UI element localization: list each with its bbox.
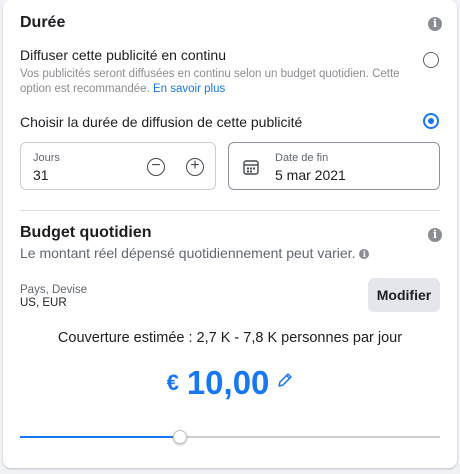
minus-icon[interactable]: −: [147, 158, 165, 176]
pencil-icon[interactable]: [277, 372, 293, 388]
section-divider: [20, 210, 440, 211]
info-icon[interactable]: i: [359, 249, 370, 259]
continuous-option-label[interactable]: Diffuser cette publicité en continu: [20, 47, 226, 63]
slider-fill: [20, 436, 180, 438]
country-currency-value: US, EUR: [20, 297, 67, 309]
budget-amount[interactable]: €10,00: [3, 364, 457, 402]
fixed-duration-option-label[interactable]: Choisir la durée de diffusion de cette p…: [20, 114, 302, 130]
plus-icon[interactable]: +: [186, 158, 204, 176]
calendar-icon: [243, 160, 259, 175]
ad-settings-card: Durée i Diffuser cette publicité en cont…: [3, 0, 457, 468]
end-date-label: Date de fin: [275, 152, 329, 164]
info-icon[interactable]: i: [428, 17, 442, 31]
end-date-field[interactable]: Date de fin 5 mar 2021: [228, 142, 440, 190]
continuous-radio[interactable]: [423, 52, 439, 68]
continuous-description: Vos publicités seront diffusées en conti…: [20, 67, 420, 97]
currency-symbol: €: [166, 370, 179, 395]
end-date-value[interactable]: 5 mar 2021: [275, 167, 346, 183]
days-value[interactable]: 31: [33, 167, 49, 183]
days-label: Jours: [33, 152, 60, 164]
coverage-estimate: Couverture estimée : 2,7 K - 7,8 K perso…: [57, 330, 403, 346]
budget-slider[interactable]: [20, 430, 440, 444]
amount-value[interactable]: 10,00: [187, 364, 270, 401]
learn-more-link[interactable]: En savoir plus: [153, 83, 225, 95]
slider-thumb[interactable]: [173, 430, 187, 444]
budget-title: Budget quotidien: [20, 224, 152, 241]
fixed-duration-radio[interactable]: [423, 113, 439, 129]
budget-subtitle: Le montant réel dépensé quotidiennement …: [20, 245, 370, 261]
budget-subtitle-text: Le montant réel dépensé quotidiennement …: [20, 245, 356, 261]
info-icon[interactable]: i: [428, 228, 442, 242]
modify-button[interactable]: Modifier: [368, 278, 440, 312]
country-currency-label: Pays, Devise: [20, 284, 88, 296]
duration-title: Durée: [20, 14, 66, 31]
days-field[interactable]: Jours 31 − +: [20, 142, 216, 190]
